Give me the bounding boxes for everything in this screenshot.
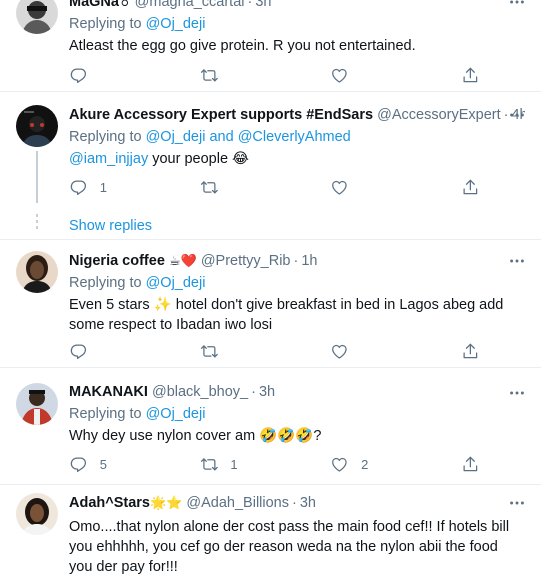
- like-button[interactable]: [330, 65, 450, 85]
- heart-icon: [330, 455, 349, 474]
- share-button[interactable]: [461, 341, 481, 361]
- mention-link[interactable]: @Oj_deji: [146, 129, 206, 145]
- share-button[interactable]: [461, 177, 481, 197]
- user-handle[interactable]: @magna_ccartal: [135, 0, 245, 10]
- share-icon: [461, 66, 480, 85]
- thread-dots: [36, 214, 38, 232]
- thread-line: [36, 151, 38, 203]
- avatar[interactable]: [16, 493, 58, 535]
- mention-link[interactable]: @CleverlyAhmed: [238, 129, 351, 145]
- reply-button[interactable]: 5: [69, 454, 189, 474]
- reply-count: 5: [99, 456, 107, 472]
- tweet-actions: 1: [69, 177, 481, 197]
- retweet-count: 1: [230, 456, 238, 472]
- tweet-magna[interactable]: MaGNa♉ @magna_ccartal · 3h Replying to @Oj…: [0, 0, 541, 92]
- tweet-header: Adah^Stars🌟⭐ @Adah_Billions · 3h: [69, 495, 316, 511]
- reply-button[interactable]: [69, 65, 189, 85]
- heart-icon: [330, 178, 349, 197]
- like-button[interactable]: [330, 177, 450, 197]
- tweet-text: @iam_injjay your people 😂: [69, 151, 249, 167]
- reply-icon: [69, 342, 88, 361]
- tweet-text: Even 5 stars ✨ hotel don't give breakfas…: [69, 297, 504, 333]
- name-emoji: ☕❤️: [168, 254, 197, 269]
- display-name[interactable]: MaGNa: [69, 0, 119, 10]
- tweet-makanaki[interactable]: MAKANAKI @black_bhoy_ · 3h Replying to @Oj…: [0, 368, 541, 485]
- user-handle[interactable]: @Prettyy_Rib: [201, 253, 291, 269]
- share-button[interactable]: [461, 65, 481, 85]
- replying-to: Replying to @Oj_deji: [69, 16, 206, 32]
- tweet-text: Atleast the egg go give protein. R you n…: [69, 38, 416, 54]
- tweet-akure[interactable]: Akure Accessory Expert supports #EndSars…: [0, 95, 541, 203]
- timestamp[interactable]: 4h: [511, 107, 525, 123]
- share-icon: [461, 342, 480, 361]
- display-name[interactable]: Adah^Stars: [69, 495, 150, 511]
- mention-link[interactable]: @Oj_deji: [146, 275, 206, 291]
- display-name[interactable]: Nigeria coffee: [69, 253, 165, 269]
- tweet-header: Akure Accessory Expert supports #EndSars…: [69, 105, 525, 125]
- retweet-icon: [200, 455, 219, 474]
- tweet-actions: [69, 341, 481, 361]
- tweet-nigeria-coffee[interactable]: Nigeria coffee ☕❤️ @Prettyy_Rib · 1h Reply…: [0, 240, 541, 368]
- reply-icon: [69, 66, 88, 85]
- mention-link[interactable]: @Oj_deji: [146, 406, 206, 422]
- retweet-icon: [200, 178, 219, 197]
- retweet-button[interactable]: 1: [200, 454, 320, 474]
- tweet-text: Why dey use nylon cover am 🤣🤣🤣?: [69, 428, 322, 444]
- retweet-button[interactable]: [200, 177, 320, 197]
- like-button[interactable]: [330, 341, 450, 361]
- timestamp[interactable]: 3h: [255, 0, 271, 10]
- heart-icon: [330, 66, 349, 85]
- retweet-button[interactable]: [200, 65, 320, 85]
- avatar[interactable]: [16, 0, 58, 34]
- user-handle[interactable]: @black_bhoy_: [152, 384, 248, 400]
- like-count: 2: [361, 456, 369, 472]
- avatar[interactable]: [16, 383, 58, 425]
- retweet-icon: [200, 66, 219, 85]
- replying-to: Replying to @Oj_deji: [69, 406, 206, 422]
- reply-button[interactable]: [69, 341, 189, 361]
- tweet-header: Nigeria coffee ☕❤️ @Prettyy_Rib · 1h: [69, 253, 318, 269]
- retweet-icon: [200, 342, 219, 361]
- timestamp[interactable]: 3h: [259, 384, 275, 400]
- retweet-button[interactable]: [200, 341, 320, 361]
- share-icon: [461, 178, 480, 197]
- reply-count: 1: [99, 179, 107, 195]
- reply-button[interactable]: 1: [69, 177, 189, 197]
- replying-to: Replying to @Oj_deji and @CleverlyAhmed: [69, 129, 351, 145]
- mention-link[interactable]: @Oj_deji: [146, 16, 206, 32]
- timestamp[interactable]: 1h: [301, 253, 317, 269]
- show-replies-link[interactable]: Show replies: [69, 216, 152, 236]
- name-emoji: 🌟⭐: [150, 496, 183, 511]
- like-button[interactable]: 2: [330, 454, 450, 474]
- tweet-header: MaGNa♉ @magna_ccartal · 3h: [69, 0, 525, 12]
- name-badge: ♉: [118, 0, 131, 10]
- timestamp[interactable]: 3h: [300, 495, 316, 511]
- avatar[interactable]: [16, 105, 58, 147]
- share-button[interactable]: [461, 454, 481, 474]
- heart-icon: [330, 342, 349, 361]
- user-handle[interactable]: @Adah_Billions: [186, 495, 289, 511]
- avatar[interactable]: [16, 251, 58, 293]
- reply-icon: [69, 455, 88, 474]
- reply-icon: [69, 178, 88, 197]
- tweet-actions: 5 1 2: [69, 454, 481, 474]
- tweet-actions: [69, 65, 481, 85]
- display-name[interactable]: MAKANAKI: [69, 384, 148, 400]
- tweet-text: Omo....that nylon alone der cost pass th…: [69, 519, 510, 574]
- user-handle[interactable]: @AccessoryExpert: [377, 107, 501, 123]
- display-name[interactable]: Akure Accessory Expert supports #EndSars: [69, 107, 373, 123]
- mention-link[interactable]: @iam_injjay: [69, 151, 148, 167]
- replying-to: Replying to @Oj_deji: [69, 275, 206, 291]
- share-icon: [461, 455, 480, 474]
- tweet-adah[interactable]: Adah^Stars🌟⭐ @Adah_Billions · 3h Omo....th…: [0, 485, 541, 574]
- tweet-header: MAKANAKI @black_bhoy_ · 3h: [69, 384, 276, 400]
